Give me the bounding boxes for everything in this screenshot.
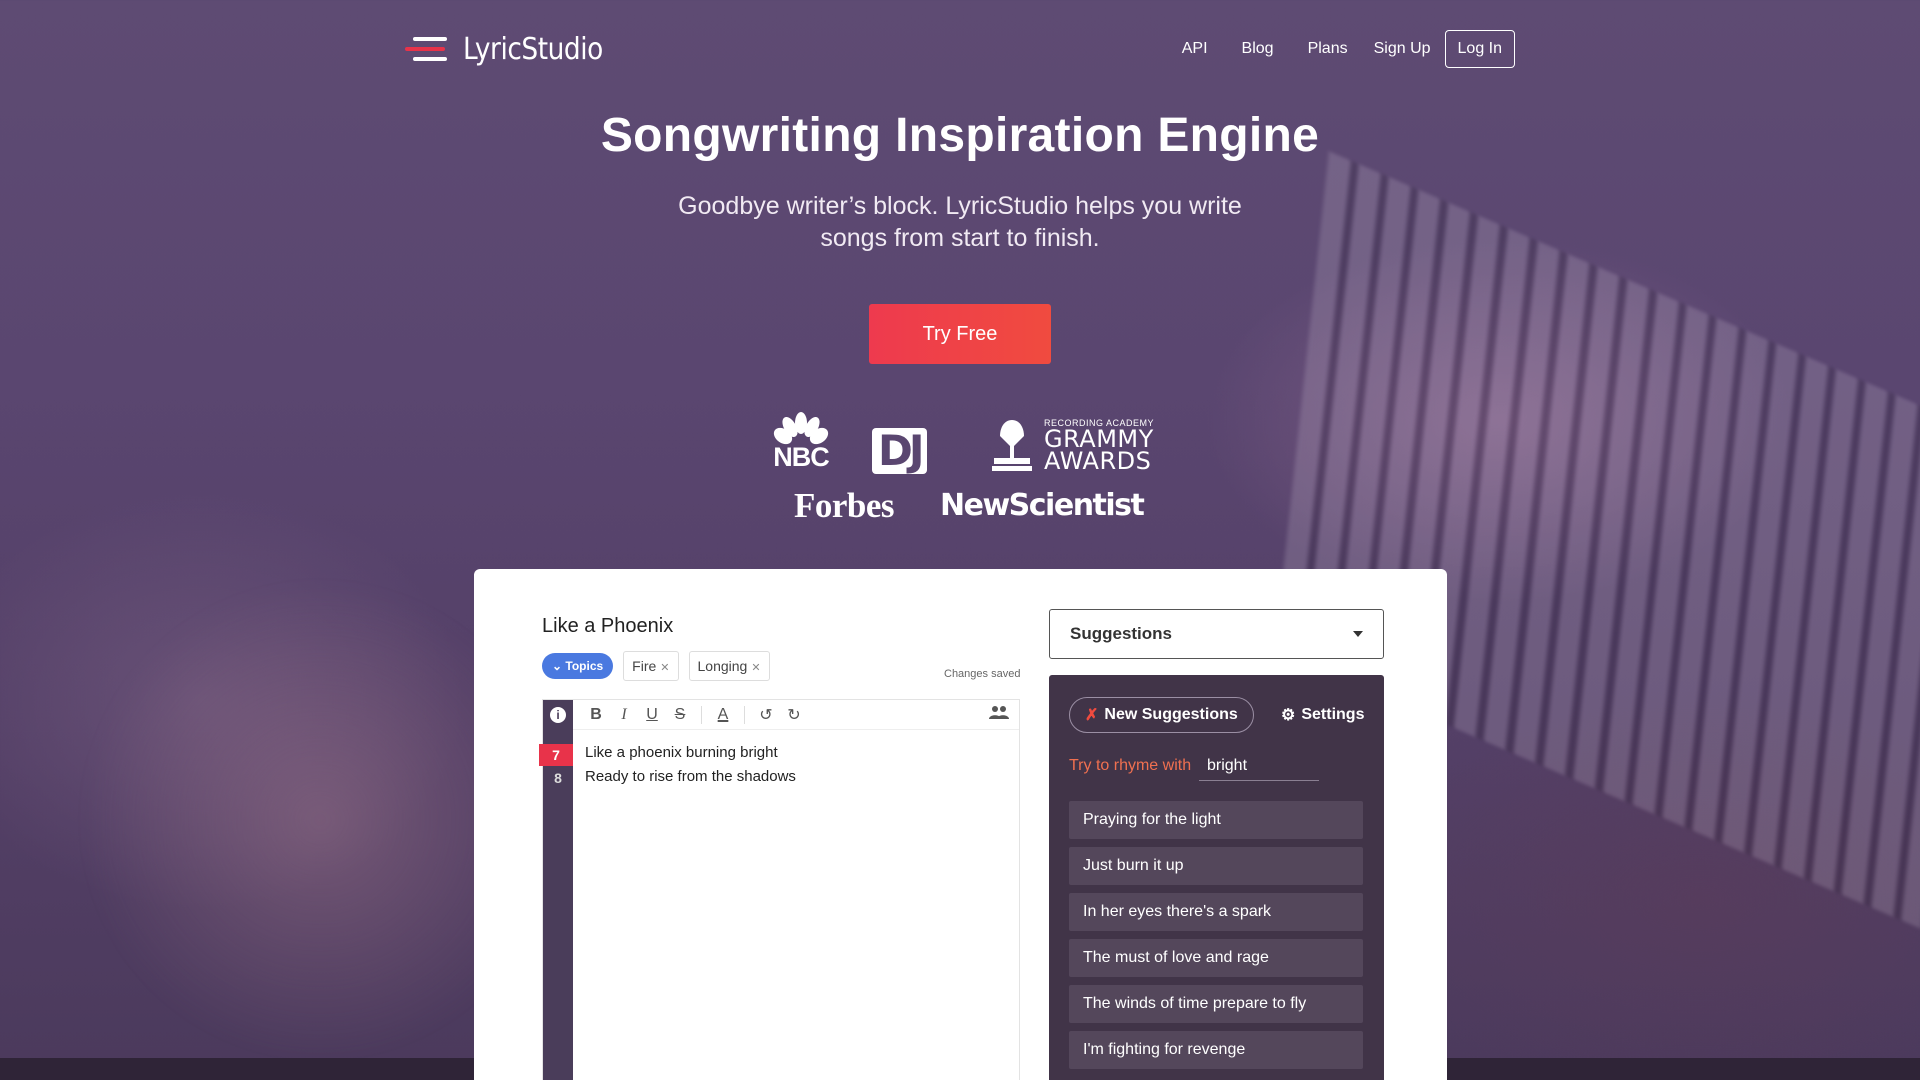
- remove-tag-icon[interactable]: ✕: [751, 662, 760, 674]
- rhyme-label: Try to rhyme with: [1069, 757, 1192, 774]
- text-color-icon[interactable]: A: [714, 706, 732, 724]
- tag-label: Fire: [632, 658, 657, 674]
- strikethrough-icon[interactable]: S: [671, 706, 689, 724]
- gramophone-icon: [992, 420, 1032, 471]
- suggestion-list: Praying for the light Just burn it up In…: [1069, 801, 1363, 1077]
- lyric-line[interactable]: Ready to rise from the shadows: [585, 768, 796, 785]
- toolbar-divider: [744, 705, 745, 724]
- tag-fire[interactable]: Fire ✕: [623, 651, 679, 681]
- nav-api[interactable]: API: [1182, 40, 1208, 58]
- redo-icon[interactable]: ↻: [785, 705, 803, 725]
- nbc-text: NBC: [773, 442, 830, 472]
- peacock-icon: [773, 412, 829, 445]
- info-icon[interactable]: i: [550, 707, 566, 723]
- settings-label: Settings: [1301, 706, 1365, 723]
- logo-icon: [405, 35, 449, 63]
- undo-icon[interactable]: ↺: [757, 705, 775, 725]
- settings-button[interactable]: ⚙ Settings: [1281, 697, 1364, 733]
- nav-plans[interactable]: Plans: [1308, 40, 1348, 58]
- lyrics-editor[interactable]: i 7 8 B I U S A ↺ ↻ Like a phoenix burni…: [539, 699, 1020, 1080]
- login-button[interactable]: Log In: [1444, 30, 1515, 68]
- app-preview: Like a Phoenix ⌄ Topics Fire ✕ Longing ✕ C…: [474, 569, 1447, 1080]
- suggestion-item[interactable]: Praying for the light: [1069, 801, 1363, 839]
- suggestion-item[interactable]: Just burn it up: [1069, 847, 1363, 885]
- dj-logo: DJ: [872, 428, 927, 474]
- topics-toggle[interactable]: ⌄ Topics: [542, 653, 614, 679]
- italic-icon[interactable]: I: [615, 706, 633, 724]
- main-nav: API Blog Plans Sign Up Log In: [1148, 30, 1515, 68]
- toolbar-divider: [701, 705, 702, 724]
- save-status: Changes saved: [944, 668, 1021, 680]
- suggestion-item[interactable]: I'm fighting for revenge: [1069, 1031, 1363, 1069]
- logo-text: LyricStudio: [463, 31, 603, 67]
- topics-label: Topics: [565, 659, 604, 673]
- forbes-logo: Forbes: [794, 486, 895, 525]
- hero-title: Songwriting Inspiration Engine: [600, 109, 1320, 162]
- lyric-line[interactable]: Like a phoenix burning bright: [585, 744, 778, 761]
- bold-icon[interactable]: B: [587, 706, 605, 724]
- tag-label: Longing: [697, 658, 748, 674]
- editor-toolbar: B I U S A ↺ ↻: [573, 700, 1019, 730]
- suggestion-item[interactable]: The winds of time prepare to fly: [1069, 985, 1363, 1023]
- song-title[interactable]: Like a Phoenix: [542, 615, 673, 638]
- nav-blog[interactable]: Blog: [1242, 40, 1274, 58]
- grammy-line2: AWARDS: [1044, 447, 1152, 475]
- hero-subtitle: Goodbye writer’s block. LyricStudio help…: [678, 192, 1242, 252]
- gear-icon: ⚙: [1281, 707, 1296, 724]
- new-suggestions-button[interactable]: ✗ New Suggestions: [1069, 697, 1254, 733]
- grammy-logo: RECORDING ACADEMY GRAMMY AWARDS: [990, 418, 1154, 475]
- caret-down-icon: [1353, 631, 1363, 637]
- rhyme-input[interactable]: [1199, 751, 1319, 781]
- nav-signup[interactable]: Sign Up: [1374, 40, 1431, 58]
- tag-longing[interactable]: Longing ✕: [688, 651, 770, 681]
- try-free-button[interactable]: Try Free: [869, 304, 1051, 364]
- line-gutter: i 7 8: [539, 700, 573, 1080]
- suggestions-panel: ✗ New Suggestions ⚙ Settings Try to rhym…: [1049, 675, 1384, 1080]
- suggestion-item[interactable]: In her eyes there's a spark: [1069, 893, 1363, 931]
- tag-list: ⌄ Topics Fire ✕ Longing ✕: [542, 651, 770, 681]
- line-number: 7: [539, 744, 573, 766]
- shuffle-icon: ✗: [1085, 707, 1099, 724]
- new-suggestions-label: New Suggestions: [1104, 706, 1238, 723]
- site-header: LyricStudio API Blog Plans Sign Up Log I…: [405, 30, 1515, 68]
- line-number: 8: [554, 770, 562, 786]
- suggestions-dropdown[interactable]: Suggestions: [1049, 609, 1384, 659]
- suggestion-item[interactable]: The must of love and rage: [1069, 939, 1363, 977]
- remove-tag-icon[interactable]: ✕: [660, 662, 669, 674]
- underline-icon[interactable]: U: [643, 706, 661, 724]
- dropdown-label: Suggestions: [1070, 624, 1173, 643]
- nbc-logo: NBC: [770, 412, 832, 473]
- newscientist-logo: NewScientist: [940, 488, 1145, 523]
- collaborators-icon[interactable]: [989, 705, 1009, 724]
- logo[interactable]: LyricStudio: [405, 32, 622, 67]
